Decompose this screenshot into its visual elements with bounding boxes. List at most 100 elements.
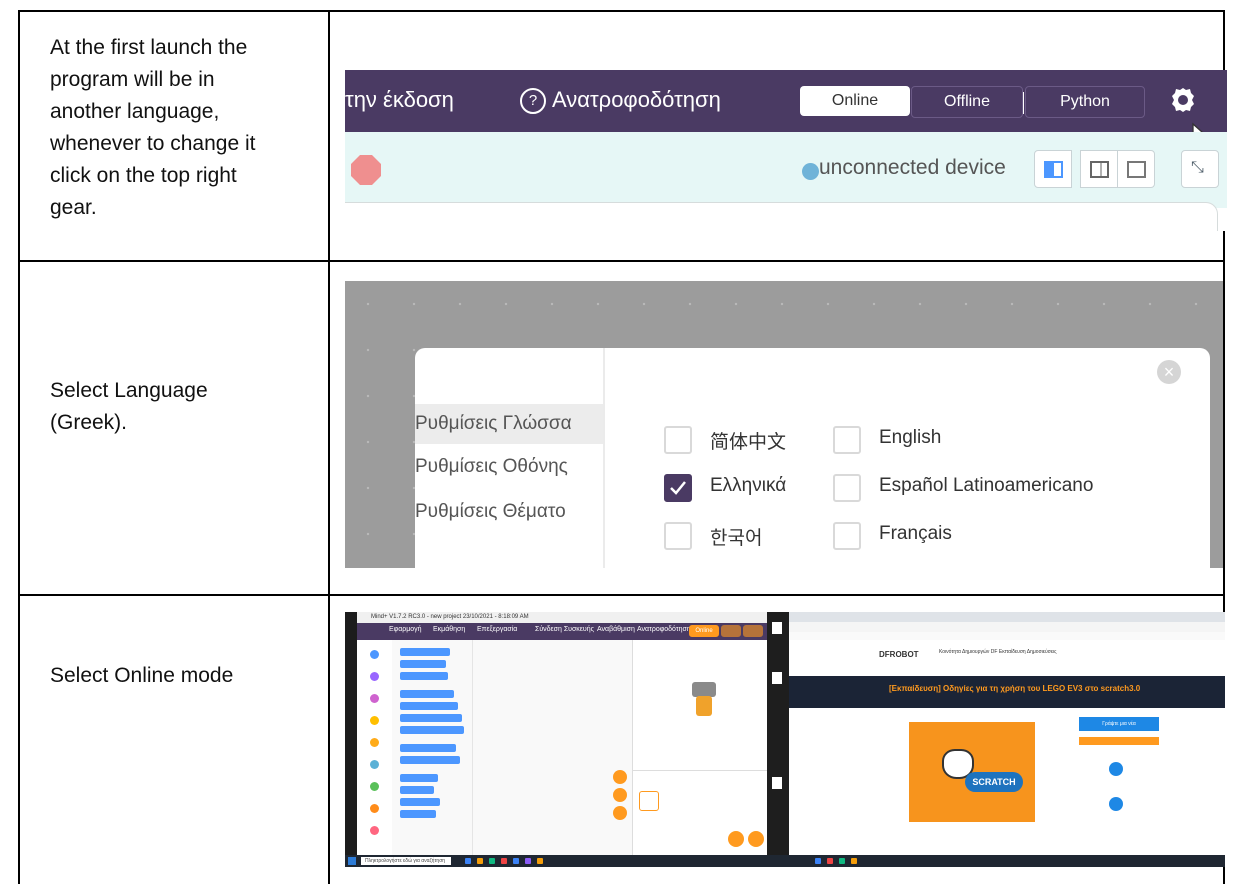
code-block[interactable] <box>400 702 458 710</box>
code-block[interactable] <box>400 756 460 764</box>
code-block[interactable] <box>400 810 436 818</box>
code-block[interactable] <box>400 744 456 752</box>
desktop-gap <box>767 612 789 855</box>
column-divider <box>328 10 330 884</box>
mode-online-button[interactable]: Online <box>800 86 910 116</box>
code-block[interactable] <box>400 648 450 656</box>
windows-start-icon[interactable] <box>348 857 356 865</box>
feedback-icon: ? <box>520 88 546 114</box>
stage-area <box>345 202 1218 231</box>
language-label: Español Latinoamericano <box>879 475 1094 496</box>
write-new-button[interactable]: Γράψτε μια νέα <box>1079 717 1159 731</box>
settings-menu-language[interactable]: Ρυθμίσεις Γλώσσα <box>415 404 603 444</box>
category-functions[interactable] <box>370 826 379 835</box>
site-header <box>789 640 1225 676</box>
menu-item[interactable]: Εκμάθηση <box>433 626 465 633</box>
taskbar-app-icon[interactable] <box>525 858 531 864</box>
checkbox[interactable] <box>664 426 692 454</box>
file-icon[interactable] <box>772 622 782 634</box>
taskbar-app-icon[interactable] <box>501 858 507 864</box>
file-icon[interactable] <box>772 672 782 684</box>
table-border-left <box>18 10 20 884</box>
mode-divider <box>1023 92 1024 114</box>
stage <box>632 640 768 770</box>
category-control[interactable] <box>370 738 379 747</box>
mode-python-button[interactable] <box>743 625 763 637</box>
checkbox[interactable] <box>833 426 861 454</box>
add-sprite-button[interactable] <box>728 831 744 847</box>
code-block[interactable] <box>400 690 454 698</box>
medium-stage-layout-button[interactable] <box>1080 150 1118 188</box>
category-sound[interactable] <box>370 694 379 703</box>
menu-item[interactable]: Επεξεργασία <box>477 626 517 633</box>
sidebar-heading <box>1079 737 1159 745</box>
category-looks[interactable] <box>370 672 379 681</box>
code-block[interactable] <box>400 774 438 782</box>
category-sensing[interactable] <box>370 760 379 769</box>
code-block[interactable] <box>400 672 448 680</box>
menu-item[interactable]: Αναβάθμιση <box>597 626 635 633</box>
add-backdrop-button[interactable] <box>748 831 764 847</box>
zoom-reset-icon[interactable] <box>613 806 627 820</box>
small-stage-layout-button[interactable] <box>1034 150 1072 188</box>
version-menu-item[interactable]: την έκδοση <box>345 87 454 113</box>
taskbar-app-icon[interactable] <box>839 858 845 864</box>
menu-item[interactable]: Σύνδεση Συσκευής <box>535 626 594 633</box>
taskbar-app-icon[interactable] <box>489 858 495 864</box>
robot-sprite-head <box>692 682 716 697</box>
file-icon[interactable] <box>772 777 782 789</box>
checkbox[interactable] <box>833 474 861 502</box>
mode-online-button[interactable]: Online <box>689 625 719 637</box>
user-avatar[interactable] <box>1109 762 1123 776</box>
taskbar-app-icon[interactable] <box>815 858 821 864</box>
taskbar-search[interactable]: Πληκτρολογήστε εδώ για αναζήτηση <box>361 857 451 865</box>
settings-menu-theme[interactable]: Ρυθμίσεις Θέματο <box>415 492 603 532</box>
code-block[interactable] <box>400 660 446 668</box>
close-icon[interactable]: × <box>1157 360 1181 384</box>
fullscreen-icon[interactable]: ⤡ <box>1181 150 1219 188</box>
category-operators[interactable] <box>370 782 379 791</box>
site-logo[interactable]: DFROBOT <box>879 650 919 659</box>
zoom-in-icon[interactable] <box>613 770 627 784</box>
left-edge <box>345 612 357 867</box>
zoom-out-icon[interactable] <box>613 788 627 802</box>
taskbar-app-icon[interactable] <box>827 858 833 864</box>
checkbox-checked[interactable] <box>664 474 692 502</box>
mode-offline-button[interactable] <box>721 625 741 637</box>
checkbox[interactable] <box>664 522 692 550</box>
user-avatar[interactable] <box>1109 797 1123 811</box>
stop-icon[interactable] <box>351 155 381 185</box>
mode-python-button[interactable]: Python <box>1025 86 1145 118</box>
menu-item[interactable]: Ανατροφοδότηση <box>637 626 691 633</box>
feedback-menu-item[interactable]: Ανατροφοδότηση <box>552 87 721 113</box>
sprite-thumbnail[interactable] <box>639 791 659 811</box>
browser-tabs[interactable] <box>789 612 1225 622</box>
row1-instruction: At the first launch the program will be … <box>50 36 256 219</box>
settings-menu-display[interactable]: Ρυθμίσεις Οθόνης <box>415 447 603 487</box>
gear-icon[interactable] <box>1168 85 1198 115</box>
code-block[interactable] <box>400 798 440 806</box>
large-stage-layout-button[interactable] <box>1117 150 1155 188</box>
language-label: Français <box>879 523 952 544</box>
taskbar-app-icon[interactable] <box>851 858 857 864</box>
row3-instruction: Select Online mode <box>50 664 234 687</box>
site-navigation[interactable]: Κοινότητα Δημιουργών DF Εκπαίδευση Δημοσ… <box>939 649 1057 655</box>
code-block[interactable] <box>400 786 434 794</box>
taskbar-app-icon[interactable] <box>513 858 519 864</box>
category-events[interactable] <box>370 716 379 725</box>
robot-sprite[interactable] <box>696 696 712 716</box>
mode-offline-button[interactable]: Offline <box>911 86 1023 118</box>
taskbar-app-icon[interactable] <box>477 858 483 864</box>
taskbar-app-icon[interactable] <box>537 858 543 864</box>
toolbar-screenshot: την έκδοση ? Ανατροφοδότηση Online Offli… <box>345 70 1227 231</box>
checkbox[interactable] <box>833 522 861 550</box>
language-label: English <box>879 427 942 448</box>
code-block[interactable] <box>400 726 464 734</box>
code-workspace[interactable] <box>472 640 633 855</box>
code-block[interactable] <box>400 714 462 722</box>
category-motion[interactable] <box>370 650 379 659</box>
taskbar-app-icon[interactable] <box>465 858 471 864</box>
block-palette <box>392 640 472 855</box>
category-variables[interactable] <box>370 804 379 813</box>
menu-item[interactable]: Εφαρμογή <box>389 626 422 633</box>
